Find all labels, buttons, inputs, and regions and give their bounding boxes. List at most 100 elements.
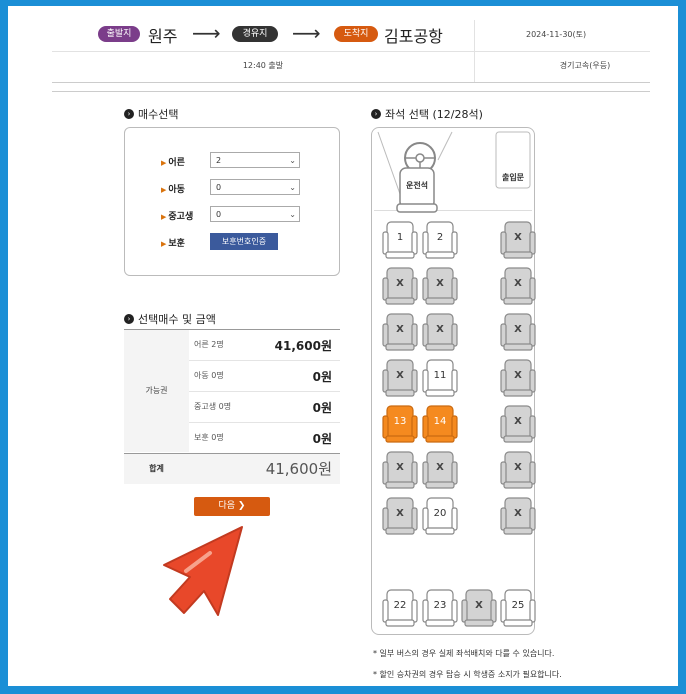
price-section-title: › 선택매수 및 금액 <box>124 311 216 327</box>
adult-count-select[interactable]: 2 ⌄ <box>210 152 300 168</box>
child-count-select[interactable]: 0 ⌄ <box>210 179 300 195</box>
price-row: 아동 0명 0원 <box>189 361 340 392</box>
arrow-right-icon: ⟶ <box>192 21 221 45</box>
seat-number: 22 <box>393 600 407 611</box>
quantity-section-title: › 매수선택 <box>124 106 178 122</box>
seat-14[interactable]: 14 <box>422 404 458 444</box>
price-title: 선택매수 및 금액 <box>138 313 216 326</box>
seat-number: X <box>396 278 404 289</box>
seat-25[interactable]: 25 <box>500 588 536 628</box>
chevron-down-icon: ⌄ <box>289 210 296 219</box>
app-frame: 출발지 원주 ⟶ 경유지 ⟶ 도착지 김포공항 2024-11-30(토) 12… <box>0 0 686 694</box>
seat-sold: X <box>382 496 418 536</box>
seat-20[interactable]: 20 <box>422 496 458 536</box>
qty-row-veteran: ▶ 보훈 보훈번호인증 <box>125 233 339 253</box>
header-divider <box>474 20 475 82</box>
seat-number: 25 <box>511 600 525 611</box>
destination-place: 김포공항 <box>384 27 443 46</box>
seat-number: X <box>514 324 522 335</box>
route-row: 출발지 원주 ⟶ 경유지 ⟶ 도착지 김포공항 2024-11-30(토) <box>52 20 650 52</box>
seat-sold: X <box>500 450 536 490</box>
seat-sold: X <box>382 450 418 490</box>
departure-place: 원주 <box>148 27 178 46</box>
chevron-right-icon: › <box>371 109 381 119</box>
seat-number: X <box>514 416 522 427</box>
ticket-kind: 가능권 <box>124 330 189 452</box>
price-row: 중고생 0명 0원 <box>189 392 340 423</box>
chevron-down-icon: ⌄ <box>289 183 296 192</box>
seat-number: 2 <box>436 232 444 243</box>
entrance-label: 출입문 <box>501 173 525 182</box>
arrow-right-icon: ⟶ <box>292 21 321 45</box>
chevron-down-icon: ⌄ <box>289 156 296 165</box>
chevron-right-icon: › <box>124 109 134 119</box>
seat-number: X <box>396 370 404 381</box>
seat-number: 1 <box>396 232 404 243</box>
triangle-right-icon: ▶ <box>161 240 167 248</box>
bus-company: 경기고속(우등) <box>559 61 611 70</box>
veteran-verify-button[interactable]: 보훈번호인증 <box>210 233 278 250</box>
pointer-cursor-icon <box>163 526 243 616</box>
seat-sold: X <box>422 450 458 490</box>
qty-label: ▶ 중고생 <box>161 212 194 222</box>
seat-number: X <box>514 232 522 243</box>
seat-number: X <box>396 324 404 335</box>
notes: * 일부 버스의 경우 실제 좌석배치와 다를 수 있습니다. * 할인 승차권… <box>373 646 613 682</box>
qty-row-adult: ▶ 어른 2 ⌄ <box>125 152 339 172</box>
seat-sold: X <box>500 312 536 352</box>
seat-number: X <box>436 462 444 473</box>
section-divider <box>52 91 650 92</box>
route-header: 출발지 원주 ⟶ 경유지 ⟶ 도착지 김포공항 2024-11-30(토) 12… <box>52 20 650 83</box>
seat-2[interactable]: 2 <box>422 220 458 260</box>
seat-11[interactable]: 11 <box>422 358 458 398</box>
seat-number: X <box>396 462 404 473</box>
seat-23[interactable]: 23 <box>422 588 458 628</box>
seat-number: X <box>514 462 522 473</box>
total-row: 합계 41,600원 <box>124 453 340 484</box>
seat-sold: X <box>382 312 418 352</box>
quantity-title: 매수선택 <box>138 108 179 121</box>
seat-section-title: › 좌석 선택 (12/28석) <box>371 106 483 122</box>
seat-1[interactable]: 1 <box>382 220 418 260</box>
seat-sold: X <box>500 404 536 444</box>
seat-sold: X <box>500 266 536 306</box>
destination-badge: 도착지 <box>334 26 378 42</box>
via-badge: 경유지 <box>232 26 278 42</box>
price-row: 어른 2명 41,600원 <box>189 330 340 361</box>
total-amount: 41,600원 <box>265 460 332 478</box>
seat-icon <box>396 167 438 213</box>
departure-badge: 출발지 <box>98 26 140 42</box>
seat-sold: X <box>500 220 536 260</box>
seat-number: 11 <box>433 370 447 381</box>
qty-label: ▶ 아동 <box>161 185 185 195</box>
qty-row-child: ▶ 아동 0 ⌄ <box>125 179 339 199</box>
triangle-right-icon: ▶ <box>161 213 167 221</box>
seat-number: X <box>396 508 404 519</box>
seat-22[interactable]: 22 <box>382 588 418 628</box>
price-row: 보훈 0명 0원 <box>194 432 332 446</box>
driver-label: 운전석 <box>405 181 429 190</box>
seat-number: 23 <box>433 600 447 611</box>
qty-row-student: ▶ 중고생 0 ⌄ <box>125 206 339 226</box>
seat-number: X <box>514 278 522 289</box>
total-label: 합계 <box>149 464 164 473</box>
seat-number: 13 <box>393 416 407 427</box>
quantity-panel: ▶ 어른 2 ⌄ ▶ 아동 0 ⌄ ▶ 중고생 0 ⌄ ▶ 보훈 보훈번호인증 <box>124 127 340 276</box>
seat-number: X <box>514 508 522 519</box>
seat-sold: X <box>382 358 418 398</box>
seat-13[interactable]: 13 <box>382 404 418 444</box>
seat-number: X <box>514 370 522 381</box>
seat-number: X <box>436 324 444 335</box>
student-count-select[interactable]: 0 ⌄ <box>210 206 300 222</box>
seat-number: 20 <box>433 508 447 519</box>
seat-sold: X <box>500 496 536 536</box>
triangle-right-icon: ▶ <box>161 159 167 167</box>
note-line: * 할인 승차권의 경우 탑승 시 학생증 소지가 필요합니다. <box>373 670 562 679</box>
seat-number: X <box>436 278 444 289</box>
seat-title: 좌석 선택 (12/28석) <box>385 108 483 121</box>
qty-label: ▶ 어른 <box>161 158 185 168</box>
next-button[interactable]: 다음 ❯ <box>194 497 270 516</box>
seat-sold: X <box>461 588 497 628</box>
departure-time: 12:40 출발 <box>242 61 284 70</box>
seat-number: X <box>475 600 483 611</box>
